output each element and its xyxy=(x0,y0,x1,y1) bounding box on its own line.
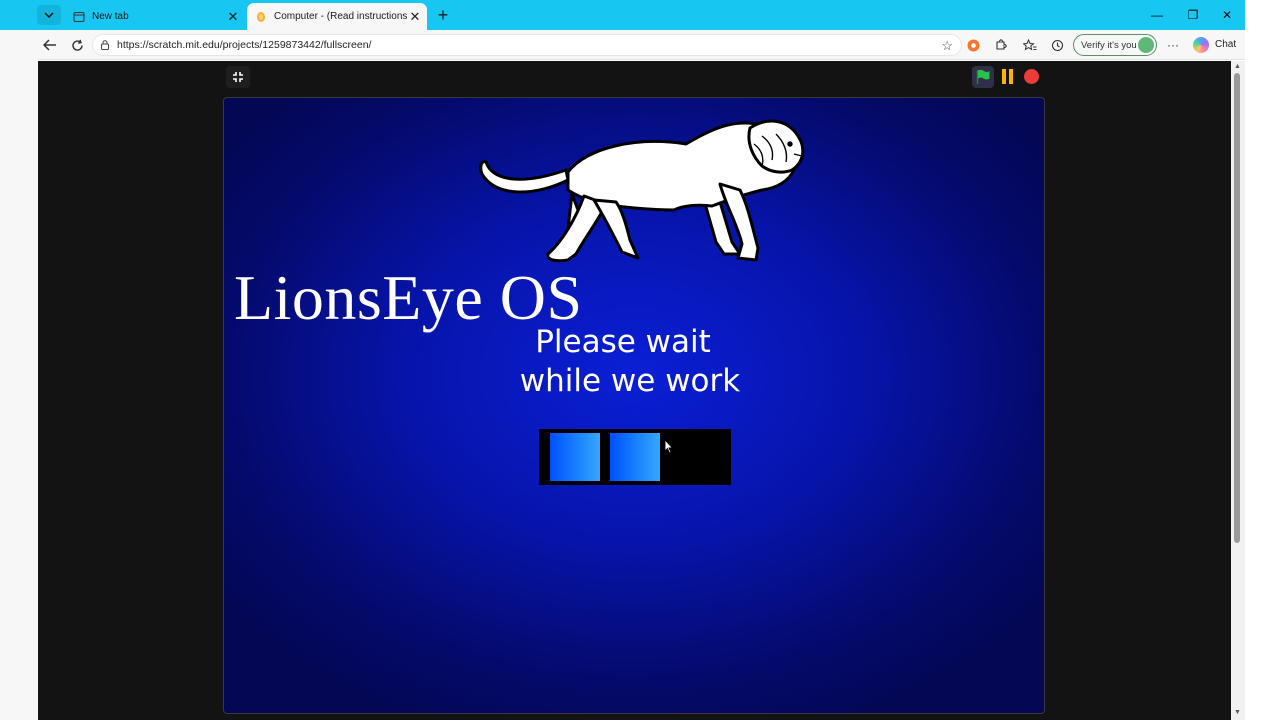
chevron-down-icon xyxy=(44,12,54,18)
loading-block xyxy=(550,433,600,481)
extensions-puzzle-icon[interactable] xyxy=(992,37,1008,53)
close-tab-icon[interactable]: ✕ xyxy=(407,9,423,25)
address-bar[interactable]: https://scratch.mit.edu/projects/1259873… xyxy=(92,34,962,56)
pause-icon xyxy=(1008,69,1013,84)
back-arrow-icon xyxy=(43,39,56,51)
avatar xyxy=(1138,37,1154,53)
loading-block xyxy=(610,433,660,481)
project-stage[interactable]: LionsEye OS Please wait while we work xyxy=(223,97,1045,714)
favorite-star-icon[interactable]: ☆ xyxy=(941,38,953,54)
restore-button[interactable]: ❐ xyxy=(1178,5,1208,25)
site-info-icon[interactable] xyxy=(100,40,110,50)
url-text: https://scratch.mit.edu/projects/1259873… xyxy=(117,39,372,51)
pause-icon xyxy=(1001,69,1006,84)
tab-new-tab[interactable]: New tab ✕ xyxy=(65,3,245,30)
wait-text-1: Please wait xyxy=(535,324,711,360)
minimize-button[interactable]: — xyxy=(1142,5,1172,25)
reload-icon xyxy=(71,39,83,51)
more-menu-button[interactable]: ··· xyxy=(1165,37,1181,53)
scroll-up-arrow-icon[interactable]: ▲ xyxy=(1234,63,1241,70)
tab-label: New tab xyxy=(92,11,129,22)
tab-actions-menu-button[interactable] xyxy=(37,5,61,25)
wait-text-2: while we work xyxy=(519,363,741,399)
chat-button[interactable]: Chat xyxy=(1215,39,1236,50)
tab-bar: New tab ✕ Computer - (Read instructions … xyxy=(0,0,1280,30)
tab-scratch-project[interactable]: Computer - (Read instructions and ✕ xyxy=(247,3,427,30)
exit-fullscreen-icon xyxy=(233,72,243,82)
verify-label: Verify it's you xyxy=(1081,39,1137,51)
tab-label: Computer - (Read instructions and xyxy=(274,11,407,22)
reload-button[interactable] xyxy=(67,36,87,54)
history-icon[interactable] xyxy=(1049,37,1065,53)
scroll-down-arrow-icon[interactable]: ▼ xyxy=(1234,709,1241,716)
window-left-edge xyxy=(0,30,38,720)
profile-verify-button[interactable]: Verify it's you xyxy=(1073,34,1157,56)
wait-message-line-2: while we work xyxy=(224,363,1044,399)
scratch-icon xyxy=(254,10,267,23)
green-flag-icon xyxy=(976,69,990,84)
exit-fullscreen-button[interactable] xyxy=(226,66,250,88)
loading-bar xyxy=(539,429,731,485)
scrollbar-thumb[interactable] xyxy=(1234,73,1240,543)
copilot-icon[interactable] xyxy=(1193,37,1209,53)
close-tab-icon[interactable]: ✕ xyxy=(225,9,241,25)
back-button[interactable] xyxy=(40,36,60,54)
extension-shield-icon[interactable] xyxy=(965,37,981,53)
window-right-edge xyxy=(1245,0,1280,720)
pause-button[interactable] xyxy=(999,69,1015,85)
page-scrollbar[interactable]: ▲ ▼ xyxy=(1231,61,1245,720)
lion-logo-icon xyxy=(479,119,805,263)
newtab-icon xyxy=(72,10,85,23)
mouse-cursor-icon xyxy=(664,439,674,454)
close-window-button[interactable]: ✕ xyxy=(1212,5,1242,25)
new-tab-button[interactable]: + xyxy=(434,6,452,24)
wait-message-line-1: Please wait xyxy=(224,324,1044,360)
green-flag-button[interactable] xyxy=(972,66,994,88)
stop-button[interactable] xyxy=(1024,69,1039,84)
browser-toolbar: https://scratch.mit.edu/projects/1259873… xyxy=(0,30,1280,60)
favorites-icon[interactable] xyxy=(1022,37,1038,53)
